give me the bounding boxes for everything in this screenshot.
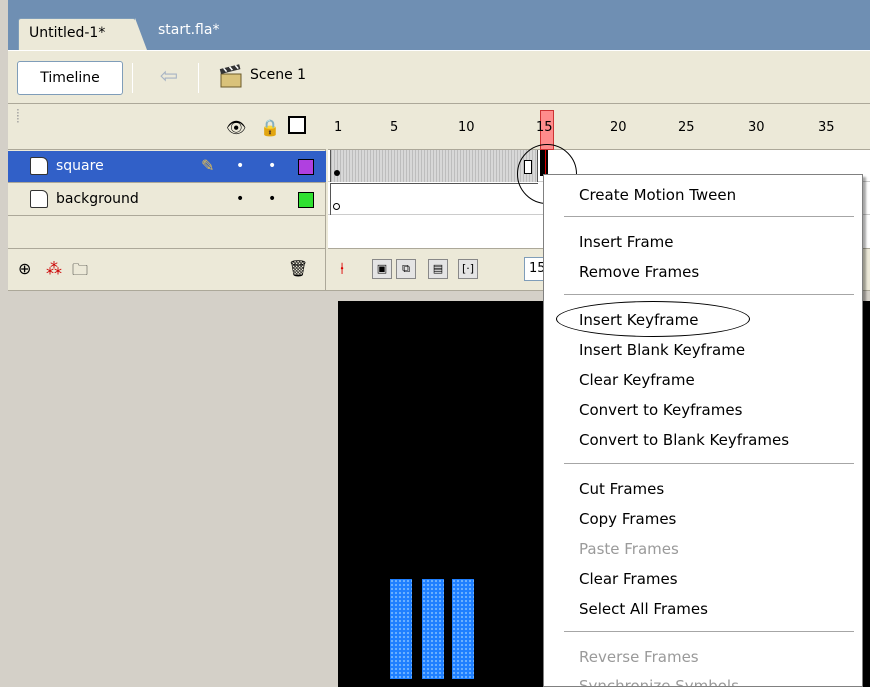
menu-item-remove-frames[interactable]: Remove Frames: [579, 263, 699, 281]
add-layer-folder-icon[interactable]: 🗀: [72, 259, 88, 286]
menu-item-insert-blank-keyframe[interactable]: Insert Blank Keyframe: [579, 341, 745, 359]
ruler-label: 30: [748, 120, 765, 135]
tab-untitled-1[interactable]: Untitled-1*: [18, 18, 147, 50]
menu-item-synchronize-symbols[interactable]: Synchronize Symbols: [579, 677, 739, 686]
outline-icon[interactable]: [288, 116, 306, 134]
separator: [132, 63, 133, 93]
layer-row-background[interactable]: background • •: [8, 184, 326, 216]
pencil-icon: ✎: [201, 156, 215, 175]
ruler-label: 10: [458, 120, 475, 135]
blue-bar[interactable]: [452, 579, 474, 679]
menu-item-convert-to-keyframes[interactable]: Convert to Keyframes: [579, 401, 742, 419]
ruler-label: 15: [536, 120, 553, 135]
keyframe-dot[interactable]: [334, 170, 340, 176]
layer-toolbar: ⊕ ⁂ 🗀 🗑: [8, 248, 326, 290]
ruler-label: 1: [334, 120, 343, 135]
lock-dot[interactable]: •: [268, 158, 276, 174]
layer-row-square[interactable]: square ✎ • •: [8, 151, 326, 183]
menu-separator: [564, 294, 854, 296]
keyframe-hollow[interactable]: [333, 203, 340, 210]
ruler-label: 5: [390, 120, 399, 135]
grip-icon[interactable]: ⁝ ⁝: [16, 107, 20, 125]
menu-item-insert-keyframe[interactable]: Insert Keyframe: [579, 311, 698, 329]
add-layer-icon[interactable]: ⊕: [18, 259, 31, 278]
menu-item-cut-frames[interactable]: Cut Frames: [579, 480, 664, 498]
clapper-icon: [218, 64, 244, 90]
tab-label: Untitled-1*: [29, 25, 106, 41]
center-frame-icon[interactable]: ⍿: [340, 259, 344, 279]
modify-onion-markers-icon[interactable]: [·]: [458, 259, 478, 279]
context-menu: Create Motion Tween Insert Frame Remove …: [543, 174, 863, 687]
edit-bar: Timeline ⇦ Scene 1: [8, 50, 870, 104]
lock-dot[interactable]: •: [268, 191, 276, 207]
add-motion-guide-icon[interactable]: ⁂: [46, 259, 62, 278]
layer-name: background: [56, 191, 139, 207]
layer-icon: [30, 190, 48, 208]
blue-bar[interactable]: [422, 579, 444, 679]
trash-icon[interactable]: 🗑: [288, 259, 308, 278]
eye-icon[interactable]: 👁: [226, 118, 246, 137]
frame-ruler[interactable]: 1 5 10 15 20 25 30 35: [328, 104, 870, 150]
outline-color-swatch[interactable]: [298, 192, 314, 208]
separator: [198, 63, 199, 93]
scene-label[interactable]: Scene 1: [250, 67, 306, 83]
edit-multiple-frames-icon[interactable]: ▤: [428, 259, 448, 279]
menu-item-clear-keyframe[interactable]: Clear Keyframe: [579, 371, 695, 389]
document-tab-bar: Untitled-1* start.fla*: [8, 0, 870, 50]
menu-item-insert-frame[interactable]: Insert Frame: [579, 233, 674, 251]
layer-header: ⁝ ⁝ 👁 🔒: [8, 104, 326, 150]
menu-item-create-motion-tween[interactable]: Create Motion Tween: [579, 186, 736, 204]
layers-column: ⁝ ⁝ 👁 🔒 square ✎ • • background • • ⊕ ⁂ 🗀…: [8, 104, 326, 290]
blue-bar[interactable]: [390, 579, 412, 679]
menu-item-reverse-frames[interactable]: Reverse Frames: [579, 648, 699, 666]
outline-color-swatch[interactable]: [298, 159, 314, 175]
back-arrow-icon[interactable]: ⇦: [154, 65, 184, 91]
ruler-label: 25: [678, 120, 695, 135]
visibility-dot[interactable]: •: [236, 191, 244, 207]
menu-item-convert-to-blank-keyframes[interactable]: Convert to Blank Keyframes: [579, 431, 789, 449]
onion-skin-outlines-icon[interactable]: ⧉: [396, 259, 416, 279]
menu-item-copy-frames[interactable]: Copy Frames: [579, 510, 676, 528]
timeline-button[interactable]: Timeline: [17, 61, 123, 95]
ruler-label: 35: [818, 120, 835, 135]
lock-icon[interactable]: 🔒: [260, 118, 280, 137]
tab-start-fla[interactable]: start.fla*: [158, 22, 219, 46]
menu-separator: [564, 631, 854, 633]
menu-item-clear-frames[interactable]: Clear Frames: [579, 570, 678, 588]
visibility-dot[interactable]: •: [236, 158, 244, 174]
menu-separator: [564, 216, 854, 218]
tab-label: start.fla*: [158, 22, 220, 38]
ruler-label: 20: [610, 120, 627, 135]
frame-span[interactable]: [330, 150, 538, 182]
layer-icon: [30, 157, 48, 175]
menu-item-paste-frames[interactable]: Paste Frames: [579, 540, 679, 558]
menu-separator: [564, 463, 854, 465]
layer-name: square: [56, 158, 104, 174]
onion-skin-icon[interactable]: ▣: [372, 259, 392, 279]
frame-span[interactable]: [330, 183, 538, 215]
menu-item-select-all-frames[interactable]: Select All Frames: [579, 600, 708, 618]
